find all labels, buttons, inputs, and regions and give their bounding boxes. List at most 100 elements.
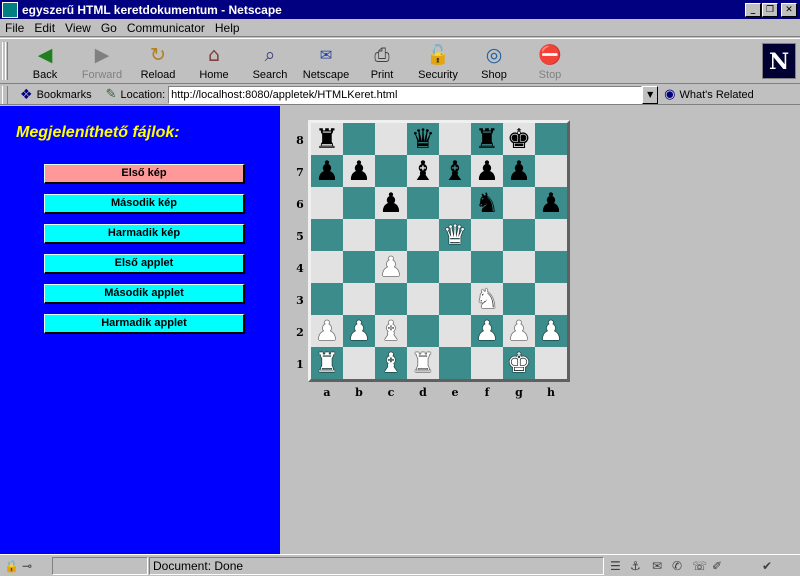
minimize-button[interactable]: _ [745, 2, 761, 17]
menu-edit[interactable]: Edit [29, 21, 60, 35]
square-h5 [535, 219, 567, 251]
square-g4 [503, 251, 535, 283]
home-button[interactable]: ⌂ Home [186, 41, 242, 83]
forward-arrow-icon: ▶ [94, 44, 110, 66]
square-g2: ♟ [503, 315, 535, 347]
menu-go[interactable]: Go [96, 21, 122, 35]
print-button[interactable]: ⎙ Print [354, 41, 410, 83]
netscape-button[interactable]: ✉ Netscape [298, 41, 354, 83]
file-label: d [419, 386, 427, 399]
white-queen-icon: ♛ [442, 219, 468, 251]
white-rook-icon: ♜ [314, 347, 340, 379]
files-heading: Megjeleníthető fájlok: [16, 124, 180, 141]
bookmarks-icon[interactable]: ❖ [20, 87, 33, 103]
square-b7: ♟ [343, 155, 375, 187]
file-button-5[interactable]: Második applet [44, 284, 245, 304]
file-label: g [515, 386, 523, 399]
netscape-app-icon[interactable] [2, 1, 18, 18]
menu-file[interactable]: File [0, 21, 29, 35]
newsgroups-icon[interactable]: ✆ [672, 559, 682, 573]
white-king-icon: ♚ [506, 347, 532, 379]
page-proxy-icon[interactable]: ✎ [106, 87, 117, 102]
file-button-4[interactable]: Első applet [44, 254, 245, 274]
square-h8 [535, 123, 567, 155]
forward-button[interactable]: ▶ Forward [74, 41, 130, 83]
file-label: f [484, 386, 490, 399]
file-button-2[interactable]: Második kép [44, 194, 245, 214]
square-f6: ♞ [471, 187, 503, 219]
maximize-button[interactable]: ❐ [762, 2, 778, 17]
back-button[interactable]: ◀ Back [17, 41, 73, 83]
file-label: b [355, 386, 363, 399]
rank-label: 7 [296, 166, 304, 179]
bookmarks-button[interactable]: Bookmarks [37, 89, 92, 101]
square-e6 [439, 187, 471, 219]
navigation-toolbar: ◀ Back ▶ Forward ↻ Reload ⌂ Home ⌕ Searc… [0, 38, 800, 84]
black-bishop-icon: ♝ [442, 155, 468, 187]
toolbar-grip[interactable] [2, 42, 8, 80]
square-c3 [375, 283, 407, 315]
rank-label: 1 [296, 358, 304, 371]
black-pawn-icon: ♟ [346, 155, 372, 187]
whats-related-icon[interactable]: ◉ [664, 87, 675, 102]
black-pawn-icon: ♟ [378, 187, 404, 219]
right-frame: 87654321 ♜ ♛ ♜ ♚ ♟ ♟ ♝ ♝ ♟ ♟ ♟ ♞ ♟ ♛ ♟ ♞ ♟ ♟ ♝ ♟ ♟ ♟ ♜ ♝ ♜ ♚ abcd… [280, 106, 800, 554]
rank-label: 4 [296, 262, 304, 275]
white-bishop-icon: ♝ [378, 315, 404, 347]
netscape-logo[interactable]: N [762, 43, 796, 79]
security-lock-icon[interactable]: 🔒 [4, 559, 19, 573]
security-button[interactable]: 🔓 Security [410, 41, 466, 83]
close-button[interactable]: ✕ [781, 2, 797, 17]
square-a8: ♜ [311, 123, 343, 155]
reload-button[interactable]: ↻ Reload [130, 41, 186, 83]
square-g3 [503, 283, 535, 315]
address-book-icon[interactable]: ☏ [692, 559, 707, 573]
url-dropdown-button[interactable]: ▼ [642, 85, 659, 104]
search-icon: ⌕ [264, 44, 276, 66]
stop-button[interactable]: ⛔ Stop [522, 41, 578, 83]
location-toolbar-grip[interactable] [2, 85, 8, 104]
square-e8 [439, 123, 471, 155]
menu-communicator[interactable]: Communicator [122, 21, 210, 35]
square-b8 [343, 123, 375, 155]
white-pawn-icon: ♟ [314, 315, 340, 347]
square-h7 [535, 155, 567, 187]
file-button-1[interactable]: Első kép [44, 164, 245, 184]
mail-icon[interactable]: ✉ [652, 559, 662, 573]
file-label: a [323, 386, 331, 399]
rank-label: 3 [296, 294, 304, 307]
url-input[interactable]: http://localhost:8080/appletek/HTMLKeret… [168, 85, 643, 104]
component-bar-grip-icon[interactable]: ☰ [610, 559, 621, 573]
square-b3 [343, 283, 375, 315]
square-h4 [535, 251, 567, 283]
search-button[interactable]: ⌕ Search [242, 41, 298, 83]
square-c8 [375, 123, 407, 155]
shop-button[interactable]: ◎ Shop [466, 41, 522, 83]
square-a7: ♟ [311, 155, 343, 187]
square-b1 [343, 347, 375, 379]
black-king-icon: ♚ [506, 123, 532, 155]
white-pawn-icon: ♟ [474, 315, 500, 347]
square-b4 [343, 251, 375, 283]
file-label: c [387, 386, 395, 399]
square-c5 [375, 219, 407, 251]
connection-status-icon: ⊸ [22, 559, 33, 573]
file-button-6[interactable]: Harmadik applet [44, 314, 245, 334]
square-c1: ♝ [375, 347, 407, 379]
composer-icon[interactable]: ✐ [712, 559, 722, 573]
menu-view[interactable]: View [60, 21, 96, 35]
chessboard: ♜ ♛ ♜ ♚ ♟ ♟ ♝ ♝ ♟ ♟ ♟ ♞ ♟ ♛ ♟ ♞ ♟ ♟ ♝ ♟ ♟ ♟ ♜ ♝ ♜ ♚ [308, 120, 570, 382]
menu-help[interactable]: Help [210, 21, 245, 35]
square-e1 [439, 347, 471, 379]
black-bishop-icon: ♝ [410, 155, 436, 187]
square-f8: ♜ [471, 123, 503, 155]
square-g7: ♟ [503, 155, 535, 187]
file-button-3[interactable]: Harmadik kép [44, 224, 245, 244]
title-bar: egyszerű HTML keretdokumentum - Netscape… [0, 0, 800, 19]
menu-bar: File Edit View Go Communicator Help [0, 19, 800, 37]
file-label: h [547, 386, 555, 399]
whats-related-button[interactable]: What's Related [680, 89, 754, 101]
home-icon: ⌂ [207, 44, 221, 66]
navigator-icon[interactable]: ⚓ [630, 559, 641, 573]
square-b6 [343, 187, 375, 219]
